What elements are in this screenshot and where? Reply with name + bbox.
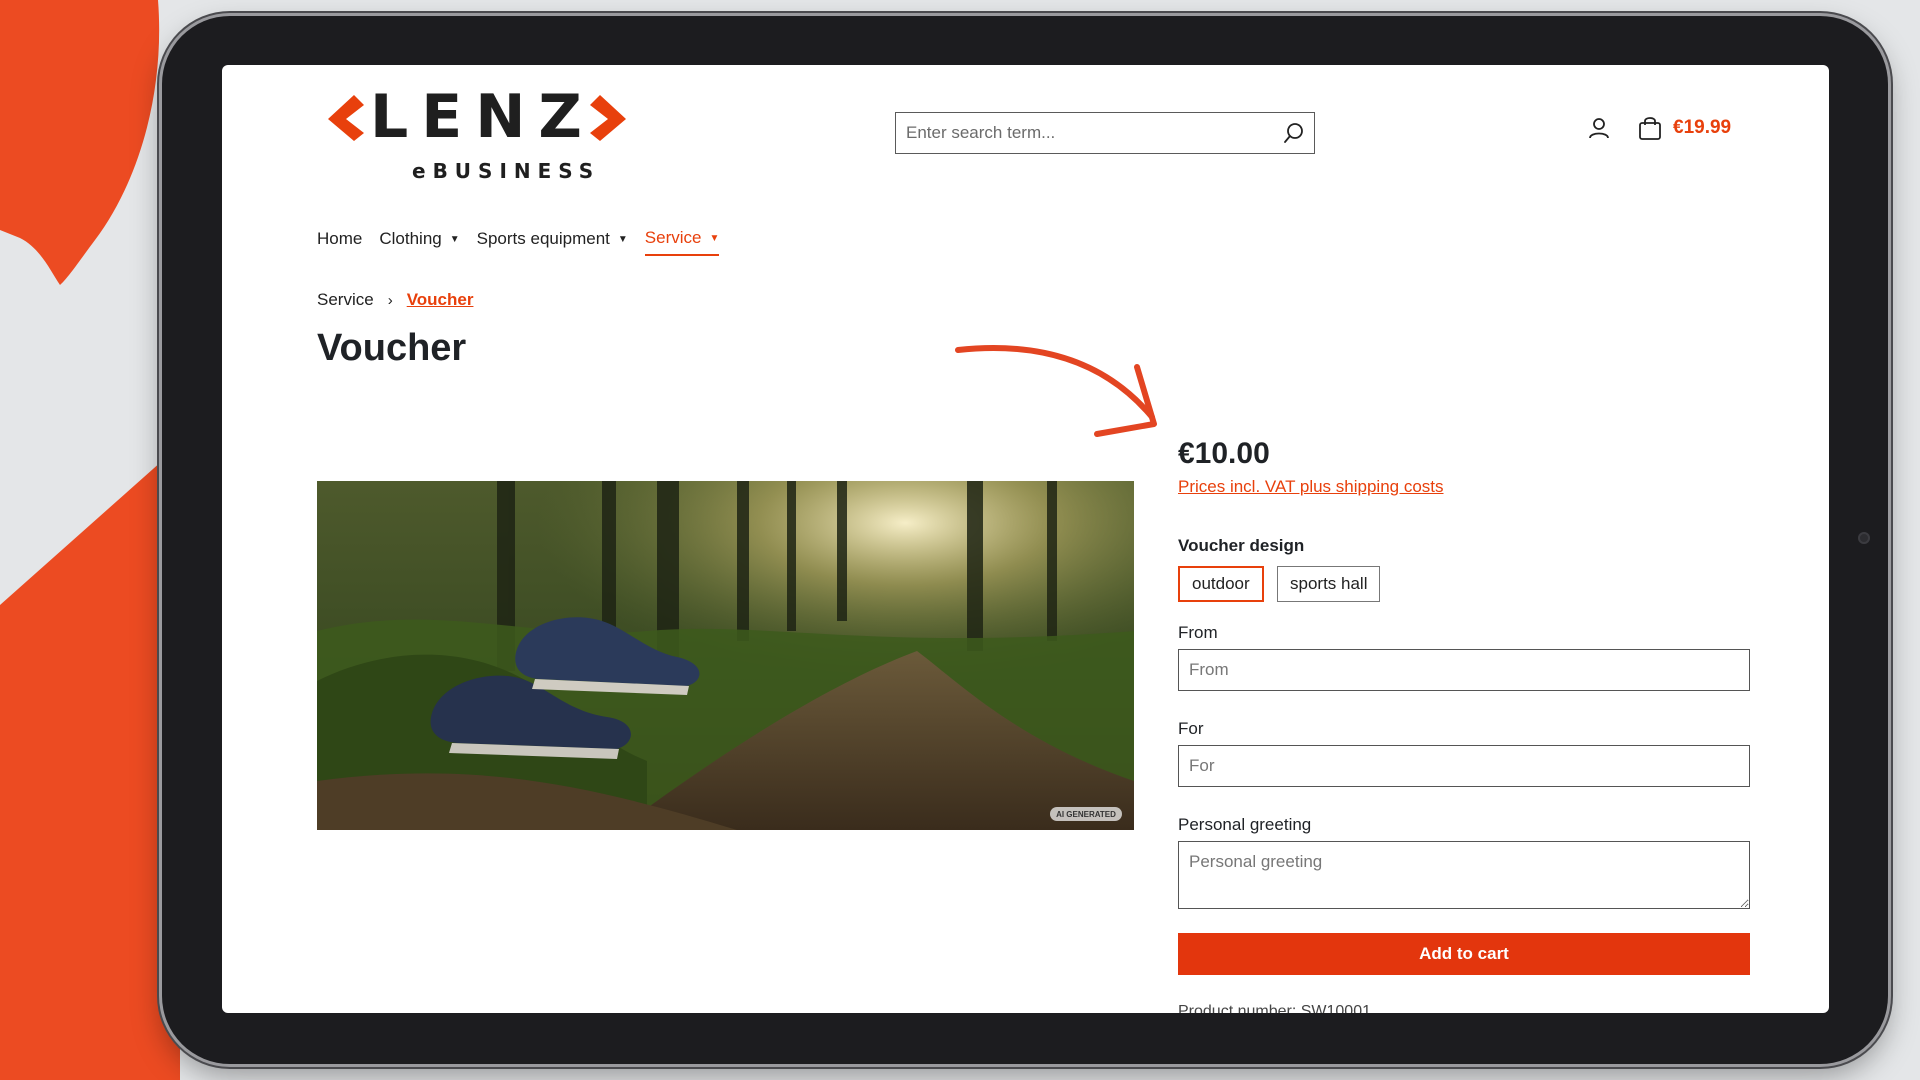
caret-down-icon: ▼ (449, 233, 460, 245)
logo-left-chevron-icon (328, 95, 364, 141)
nav-item-service[interactable]: Service ▼ (644, 228, 720, 256)
from-label: From (1178, 623, 1218, 642)
product-price: €10.00 (1178, 437, 1270, 470)
browser-screen: LENZ eBUSINESS €19.99 (222, 65, 1829, 1013)
brand-logo[interactable]: LENZ eBUSINESS (322, 81, 632, 183)
nav-item-label: Home (317, 229, 363, 248)
add-to-cart-button[interactable]: Add to cart (1178, 933, 1750, 975)
from-field[interactable] (1178, 649, 1750, 691)
main-nav: Home Clothing ▼ Sports equipment ▼ Servi… (317, 228, 736, 256)
nav-item-label: Clothing (379, 229, 442, 248)
brand-name: LENZ (370, 82, 595, 152)
breadcrumb-current[interactable]: Voucher (407, 290, 474, 310)
chevron-right-icon: › (387, 291, 393, 309)
for-label: For (1178, 719, 1204, 738)
for-field[interactable] (1178, 745, 1750, 787)
search-bar (895, 112, 1315, 154)
logo-right-chevron-icon (590, 95, 626, 141)
nav-item-sports-equipment[interactable]: Sports equipment ▼ (477, 228, 628, 256)
breadcrumb-parent[interactable]: Service (317, 290, 374, 310)
nav-item-label: Sports equipment (476, 229, 610, 248)
greeting-label: Personal greeting (1178, 815, 1312, 834)
ai-badge: AI GENERATED (1056, 810, 1116, 819)
design-option-outdoor[interactable]: outdoor (1178, 566, 1264, 602)
greeting-field[interactable] (1178, 841, 1750, 909)
vat-link[interactable]: Prices incl. VAT plus shipping costs (1178, 477, 1444, 497)
page-title: Voucher (317, 327, 467, 369)
cart-total[interactable]: €19.99 (1673, 117, 1731, 139)
search-input[interactable] (896, 114, 1274, 152)
camera-dot (1858, 532, 1870, 544)
caret-down-icon: ▼ (617, 233, 628, 245)
account-icon[interactable] (1587, 116, 1611, 140)
product-image[interactable]: AI GENERATED (317, 481, 1134, 830)
brand-subtitle: eBUSINESS (412, 159, 601, 183)
product-number: Product number: SW10001 (1178, 1003, 1371, 1013)
nav-item-home[interactable]: Home (317, 228, 362, 256)
voucher-design-label: Voucher design (1178, 536, 1305, 555)
header-actions: €19.99 (1587, 115, 1731, 141)
nav-item-clothing[interactable]: Clothing ▼ (379, 228, 459, 256)
design-option-sports-hall[interactable]: sports hall (1277, 566, 1381, 602)
nav-item-label: Service (644, 228, 702, 247)
search-icon[interactable] (1274, 113, 1314, 153)
breadcrumb: Service › Voucher (317, 290, 473, 310)
annotation-arrow-icon (955, 345, 1157, 437)
caret-down-icon: ▼ (709, 232, 720, 244)
cart-icon[interactable] (1637, 115, 1663, 141)
